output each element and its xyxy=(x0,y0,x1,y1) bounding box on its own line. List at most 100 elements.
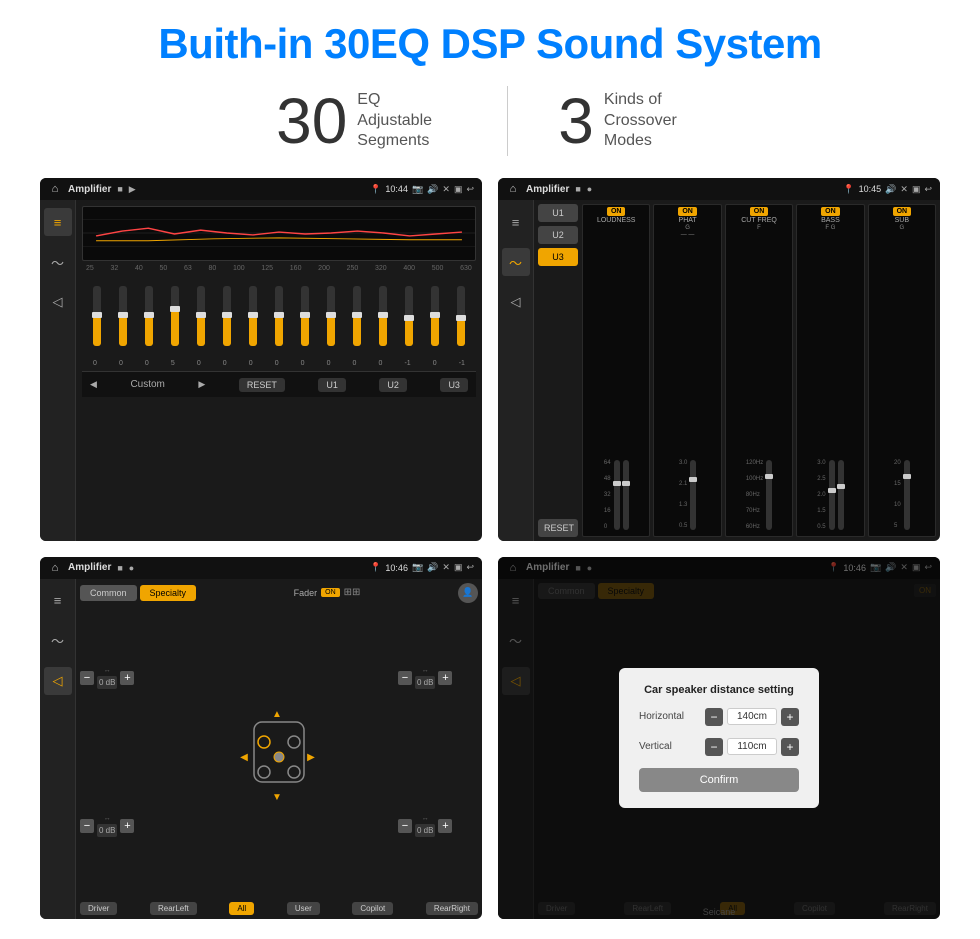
bass-slider2[interactable] xyxy=(838,460,844,530)
crossover-home-icon[interactable]: ⌂ xyxy=(506,182,520,196)
copilot-btn[interactable]: Copilot xyxy=(352,902,393,915)
bl-vol-display: 0 dB xyxy=(97,824,117,837)
home-icon[interactable]: ⌂ xyxy=(48,182,62,196)
fr-vol-control: − ↔ 0 dB + xyxy=(398,667,478,689)
u1-button[interactable]: U1 xyxy=(318,378,346,392)
bl-minus-btn[interactable]: − xyxy=(80,819,94,833)
fl-minus-btn[interactable]: − xyxy=(80,671,94,685)
eq-slider-1[interactable] xyxy=(93,280,101,352)
br-plus-btn[interactable]: + xyxy=(438,819,452,833)
crossover-record-icon: ■ xyxy=(575,184,580,194)
bass-on-badge[interactable]: ON xyxy=(821,207,840,216)
sub-name: SUB xyxy=(895,217,909,224)
reset-button[interactable]: RESET xyxy=(239,378,285,392)
sub-slider[interactable] xyxy=(904,460,910,530)
common-btn[interactable]: Common xyxy=(80,585,137,601)
eq-slider-13[interactable] xyxy=(405,280,413,352)
br-minus-btn[interactable]: − xyxy=(398,819,412,833)
cutfreq-slider[interactable] xyxy=(766,460,772,530)
eq-slider-9[interactable] xyxy=(301,280,309,352)
crossover-u2-btn[interactable]: U2 xyxy=(538,226,578,244)
horizontal-plus-btn[interactable]: + xyxy=(781,708,799,726)
speaker-home-icon[interactable]: ⌂ xyxy=(48,561,62,575)
speaker-diagram: ▲ ▼ ◀ ▶ xyxy=(166,607,392,899)
eq-status-bar: ⌂ Amplifier ■ ▶ 📍 10:44 📷 🔊 ✕ ▣ ↩ xyxy=(40,178,482,200)
eq-slider-4[interactable] xyxy=(171,280,179,352)
crossover-u3-btn[interactable]: U3 xyxy=(538,248,578,266)
crossover-number: 3 xyxy=(558,89,594,153)
cutfreq-on-badge[interactable]: ON xyxy=(750,207,769,216)
crossover-close-icon: ✕ xyxy=(900,184,908,195)
eq-slider-15[interactable] xyxy=(457,280,465,352)
driver-btn[interactable]: Driver xyxy=(80,902,117,915)
user-btn[interactable]: User xyxy=(287,902,320,915)
rearleft-btn[interactable]: RearLeft xyxy=(150,902,197,915)
crossover-status-left: ⌂ Amplifier ■ ● xyxy=(506,182,592,196)
eq-freq-labels: 2532405063 80100125160200 25032040050063… xyxy=(82,265,476,272)
loudness-slider[interactable] xyxy=(614,460,620,530)
horizontal-minus-btn[interactable]: − xyxy=(705,708,723,726)
sidebar-eq-icon[interactable]: ≡ xyxy=(44,208,72,236)
ch-cutfreq-header: ON CUT FREQ F xyxy=(728,207,790,231)
crossover-eq-icon[interactable]: ≡ xyxy=(502,208,530,236)
fader-row: Fader ON ⊞⊞ xyxy=(294,587,361,598)
spk-speaker-icon[interactable]: ◁ xyxy=(44,667,72,695)
eq-slider-3[interactable] xyxy=(145,280,153,352)
eq-slider-2[interactable] xyxy=(119,280,127,352)
fr-minus-btn[interactable]: − xyxy=(398,671,412,685)
br-vol-control: − ↔ 0 dB + xyxy=(398,815,478,837)
vertical-minus-btn[interactable]: − xyxy=(705,738,723,756)
confirm-button[interactable]: Confirm xyxy=(639,768,799,792)
rearright-btn[interactable]: RearRight xyxy=(426,902,478,915)
spk-eq-icon[interactable]: ≡ xyxy=(44,587,72,615)
speaker-sidebar: ≡ 〜 ◁ xyxy=(40,579,76,920)
eq-slider-6[interactable] xyxy=(223,280,231,352)
bass-slider[interactable] xyxy=(829,460,835,530)
sidebar-wave-icon[interactable]: 〜 xyxy=(44,248,72,276)
vertical-plus-btn[interactable]: + xyxy=(781,738,799,756)
prev-icon[interactable]: ◀ xyxy=(90,379,97,390)
window-icon: ▣ xyxy=(454,184,463,195)
all-btn[interactable]: All xyxy=(229,902,254,915)
crossover-u1-btn[interactable]: U1 xyxy=(538,204,578,222)
eq-slider-10[interactable] xyxy=(327,280,335,352)
eq-slider-5[interactable] xyxy=(197,280,205,352)
next-icon[interactable]: ▶ xyxy=(198,379,205,390)
channel-phat: ON PHAT G — — 3.02.11.30.5 xyxy=(653,204,721,537)
specialty-btn[interactable]: Specialty xyxy=(140,585,197,601)
sidebar-speaker-icon[interactable]: ◁ xyxy=(44,288,72,316)
u2-button[interactable]: U2 xyxy=(379,378,407,392)
eq-screen-title: Amplifier xyxy=(68,184,111,195)
fr-plus-btn[interactable]: + xyxy=(438,671,452,685)
eq-slider-14[interactable] xyxy=(431,280,439,352)
channel-cutfreq: ON CUT FREQ F 120Hz100Hz80Hz70Hz60Hz xyxy=(725,204,793,537)
phat-on-badge[interactable]: ON xyxy=(678,207,697,216)
eq-slider-11[interactable] xyxy=(353,280,361,352)
screen-crossover: ⌂ Amplifier ■ ● 📍 10:45 🔊 ✕ ▣ ↩ ≡ 〜 xyxy=(498,178,940,541)
phat-slider[interactable] xyxy=(690,460,696,530)
loudness-on-badge[interactable]: ON xyxy=(607,207,626,216)
screen-eq: ⌂ Amplifier ■ ▶ 📍 10:44 📷 🔊 ✕ ▣ ↩ ≡ xyxy=(40,178,482,541)
horizontal-value: 140cm xyxy=(727,708,777,725)
crossover-reset-btn[interactable]: RESET xyxy=(538,519,578,537)
loudness-sliders: 644832160 xyxy=(602,224,631,534)
speaker-status-icons: 📍 10:46 📷 🔊 ✕ ▣ ↩ xyxy=(370,562,474,573)
eq-slider-8[interactable] xyxy=(275,280,283,352)
crossover-left-panel: U1 U2 U3 RESET xyxy=(538,204,578,537)
fl-plus-btn[interactable]: + xyxy=(120,671,134,685)
crossover-wave-icon[interactable]: 〜 xyxy=(502,248,530,276)
spk-wave-icon[interactable]: 〜 xyxy=(44,627,72,655)
eq-slider-12[interactable] xyxy=(379,280,387,352)
location-icon: 📍 xyxy=(370,184,381,195)
eq-slider-7[interactable] xyxy=(249,280,257,352)
screens-grid: ⌂ Amplifier ■ ▶ 📍 10:44 📷 🔊 ✕ ▣ ↩ ≡ xyxy=(40,178,940,919)
svg-text:◀: ◀ xyxy=(240,752,248,763)
crossover-speaker-icon[interactable]: ◁ xyxy=(502,288,530,316)
stat-crossover: 3 Kinds ofCrossover Modes xyxy=(508,89,754,153)
loudness-slider2[interactable] xyxy=(623,460,629,530)
sub-on-badge[interactable]: ON xyxy=(893,207,912,216)
bl-plus-btn[interactable]: + xyxy=(120,819,134,833)
u3-button[interactable]: U3 xyxy=(440,378,468,392)
vertical-label: Vertical xyxy=(639,741,697,752)
fader-on-badge[interactable]: ON xyxy=(321,588,340,597)
